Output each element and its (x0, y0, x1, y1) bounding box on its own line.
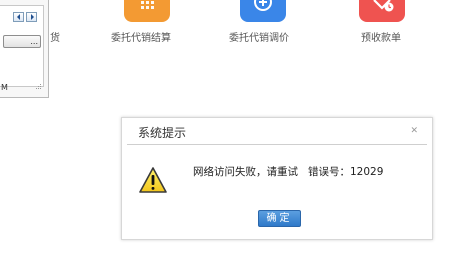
dialog-message-text: 网络访问失败，请重试 (193, 166, 298, 178)
app-label-consignment-price-adjust: 委托代销调价 (229, 33, 289, 44)
scroll-left-arrow-icon[interactable] (13, 12, 24, 22)
app-label-advance-receipt: 预收款单 (361, 33, 401, 44)
receipt-clock-icon[interactable] (359, 0, 405, 22)
dialog-title: 系统提示 (138, 126, 187, 140)
warning-triangle-icon (139, 167, 167, 193)
app-label-consignment-settlement: 委托代销结算 (111, 33, 171, 44)
grid-calculator-icon[interactable] (124, 0, 170, 22)
resize-grip-icon[interactable] (35, 83, 42, 90)
browse-button[interactable]: ... (3, 35, 41, 48)
plus-circle-icon[interactable] (240, 0, 286, 22)
background-window-footer-text: M (1, 83, 8, 92)
system-alert-dialog: 系统提示 ✕ 网络访问失败，请重试 错误号：12029 确定 (121, 117, 433, 240)
ok-button[interactable]: 确定 (258, 210, 301, 227)
app-label-partial: 货 (50, 33, 60, 44)
error-code-text: 错误号：12029 (308, 166, 384, 178)
dialog-title-divider (127, 144, 427, 145)
dialog-message: 网络访问失败，请重试 错误号：12029 (193, 164, 383, 179)
close-icon[interactable]: ✕ (410, 126, 418, 136)
background-window: ... M (0, 0, 49, 98)
scroll-right-arrow-icon[interactable] (26, 12, 37, 22)
